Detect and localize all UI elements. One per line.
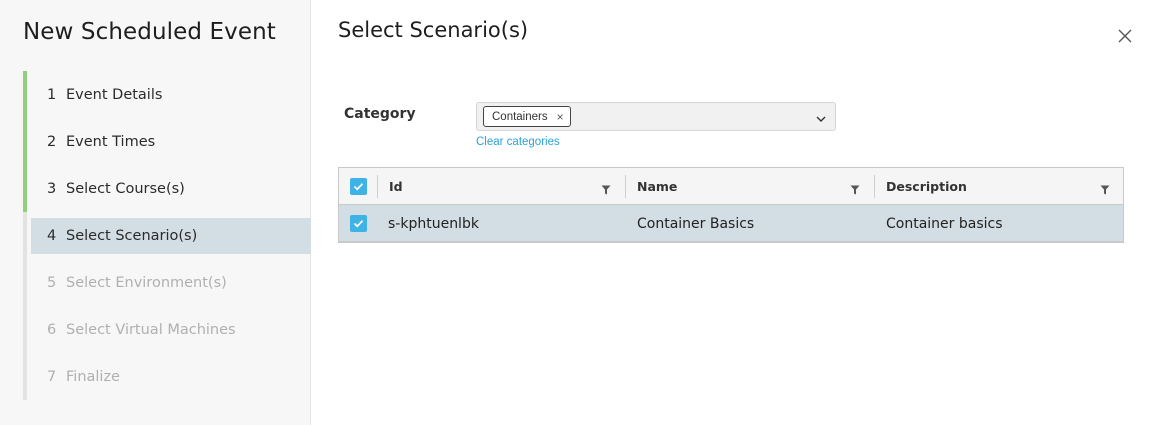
wizard-sidebar: New Scheduled Event 1 Event Details 2 Even…	[0, 0, 311, 425]
chip-remove-icon[interactable]: ×	[557, 111, 564, 123]
step-select-environments: 5 Select Environment(s)	[23, 259, 311, 306]
cell-description: Container basics	[886, 215, 1003, 232]
chevron-down-icon[interactable]	[815, 112, 827, 124]
step-label: Finalize	[66, 368, 120, 385]
step-finalize: 7 Finalize	[23, 353, 311, 400]
step-event-details[interactable]: 1 Event Details	[23, 71, 311, 118]
step-number: 6	[47, 321, 57, 338]
table-row[interactable]: s-kphtuenlbk Container Basics Container …	[339, 205, 1123, 242]
wizard-steps: 1 Event Details 2 Event Times 3 Select Cour…	[23, 71, 311, 400]
step-number: 1	[47, 86, 57, 103]
main-panel: Select Scenario(s) Category Containers ×…	[311, 0, 1149, 425]
step-label: Event Details	[66, 86, 163, 103]
table-header: Id Name Description	[339, 168, 1123, 205]
step-number: 3	[47, 180, 57, 197]
category-chip: Containers ×	[483, 106, 571, 127]
column-header-id[interactable]: Id	[389, 168, 403, 205]
scenario-table: Id Name Description s-kphtuenlbk Contain…	[338, 167, 1124, 243]
filter-icon[interactable]	[1100, 182, 1110, 195]
page-title: Select Scenario(s)	[338, 18, 529, 42]
category-chip-label: Containers	[492, 110, 548, 123]
step-label: Select Virtual Machines	[66, 321, 236, 338]
cell-name: Container Basics	[637, 215, 755, 232]
close-icon[interactable]	[1116, 27, 1134, 45]
filter-icon[interactable]	[850, 182, 860, 195]
column-separator[interactable]	[874, 175, 875, 198]
row-checkbox[interactable]	[350, 215, 367, 232]
step-number: 5	[47, 274, 57, 291]
step-label: Select Environment(s)	[66, 274, 227, 291]
filter-icon[interactable]	[601, 182, 611, 195]
step-label: Select Scenario(s)	[66, 227, 198, 244]
step-number: 7	[47, 368, 57, 385]
step-label: Event Times	[66, 133, 156, 150]
column-header-description[interactable]: Description	[886, 168, 967, 205]
cell-id: s-kphtuenlbk	[388, 215, 479, 232]
category-select[interactable]: Containers ×	[476, 102, 836, 131]
step-label: Select Course(s)	[66, 180, 185, 197]
step-number: 4	[47, 227, 57, 244]
column-separator	[377, 175, 378, 198]
step-select-virtual-machines: 6 Select Virtual Machines	[23, 306, 311, 353]
step-select-scenarios[interactable]: 4 Select Scenario(s)	[23, 212, 311, 259]
select-all-checkbox[interactable]	[350, 178, 367, 195]
clear-categories-link[interactable]: Clear categories	[476, 136, 560, 148]
step-number: 2	[47, 133, 57, 150]
category-label: Category	[344, 106, 416, 122]
column-header-name[interactable]: Name	[637, 168, 677, 205]
column-separator[interactable]	[625, 175, 626, 198]
wizard-title: New Scheduled Event	[23, 19, 276, 45]
step-event-times[interactable]: 2 Event Times	[23, 118, 311, 165]
step-select-courses[interactable]: 3 Select Course(s)	[23, 165, 311, 212]
